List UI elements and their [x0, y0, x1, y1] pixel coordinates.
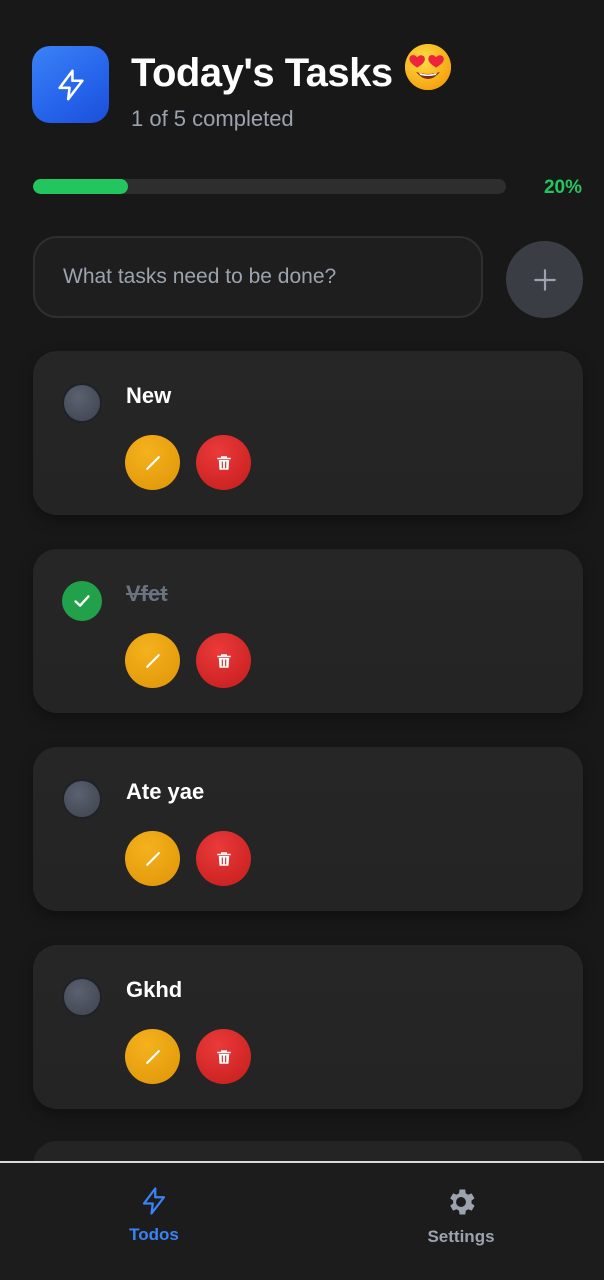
lightning-bolt-icon [57, 69, 84, 100]
edit-task-button[interactable] [125, 633, 180, 688]
page-title: Today's Tasks [131, 44, 453, 105]
progress-bar [33, 179, 506, 194]
task-title: Vfet [126, 581, 168, 606]
pencil-icon [145, 455, 160, 470]
gear-icon [450, 1189, 475, 1215]
task-checkbox[interactable] [62, 977, 102, 1017]
pencil-icon [145, 1049, 160, 1064]
delete-task-button[interactable] [196, 633, 251, 688]
task-card: New [33, 351, 583, 515]
task-title: Ate yae [126, 779, 205, 804]
edit-task-button[interactable] [125, 1029, 180, 1084]
delete-task-button[interactable] [196, 1029, 251, 1084]
lightning-bolt-icon [142, 1187, 166, 1215]
nav-item-todos[interactable]: Todos [84, 1185, 224, 1245]
task-title: New [126, 383, 172, 408]
delete-task-button[interactable] [196, 435, 251, 490]
pencil-icon [145, 653, 160, 668]
trash-icon [216, 455, 231, 470]
task-checkbox[interactable] [62, 779, 102, 819]
nav-label-settings: Settings [427, 1227, 495, 1246]
trash-icon [216, 1049, 231, 1064]
edit-task-button[interactable] [125, 435, 180, 490]
plus-icon [533, 268, 556, 291]
bottom-nav: Todos Settings [0, 1161, 604, 1280]
progress-fill [33, 179, 128, 194]
task-input[interactable] [33, 236, 483, 318]
task-checkbox-checked[interactable] [62, 581, 102, 621]
header: Today's Tasks 1 of 5 completed [32, 44, 580, 136]
task-checkbox[interactable] [62, 383, 102, 423]
app-root: Today's Tasks 1 of 5 completed 20% What … [0, 0, 604, 1280]
add-task-button[interactable] [506, 241, 583, 318]
trash-icon [216, 653, 231, 668]
task-card: Gkhd [33, 945, 583, 1109]
checkmark-icon [74, 595, 90, 607]
progress-percent: 20% [543, 177, 582, 198]
pencil-icon [145, 851, 160, 866]
edit-task-button[interactable] [125, 831, 180, 886]
nav-label-todos: Todos [129, 1225, 179, 1244]
task-title: Gkhd [126, 977, 183, 1002]
heart-eyes-emoji [403, 42, 453, 101]
task-list: New Vfet Ate yae Gkhd [33, 351, 583, 1143]
app-logo [32, 46, 109, 123]
trash-icon [216, 851, 231, 866]
nav-item-settings[interactable]: Settings [391, 1185, 531, 1247]
task-card: Vfet [33, 549, 583, 713]
completion-summary: 1 of 5 completed [131, 106, 294, 131]
task-card: Ate yae [33, 747, 583, 911]
delete-task-button[interactable] [196, 831, 251, 886]
page-title-text: Today's Tasks [131, 51, 393, 96]
